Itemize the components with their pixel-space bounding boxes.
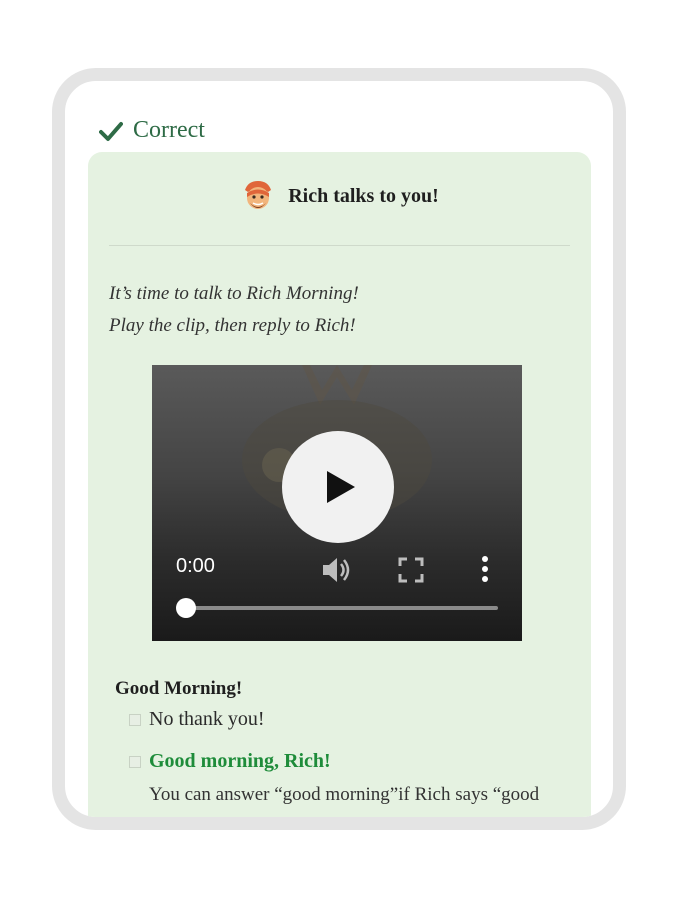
progress-bar[interactable] xyxy=(176,598,498,618)
option-checkbox[interactable] xyxy=(129,713,141,726)
status-label: Correct xyxy=(133,117,205,143)
card-header: Rich talks to you! xyxy=(88,178,591,214)
device-frame: Correct Rich talks to you! It’s time to … xyxy=(52,68,626,830)
video-player[interactable]: 0:00 xyxy=(152,365,522,641)
fullscreen-icon[interactable] xyxy=(398,557,424,583)
divider xyxy=(109,245,570,246)
answer-option[interactable]: No thank you! xyxy=(129,708,265,731)
card-title: Rich talks to you! xyxy=(288,184,439,207)
conversation-card: Rich talks to you! It’s time to talk to … xyxy=(88,152,591,817)
answer-explanation: You can answer “good morning”if Rich say… xyxy=(149,784,540,805)
intro-line: Play the clip, then reply to Rich! xyxy=(109,315,356,336)
progress-thumb[interactable] xyxy=(176,598,196,618)
intro-text: It’s time to talk to Rich Morning! Play … xyxy=(109,278,359,342)
check-icon xyxy=(99,121,123,141)
more-options-icon[interactable] xyxy=(478,555,492,585)
question-prompt: Good Morning! xyxy=(115,678,243,699)
intro-line: It’s time to talk to Rich Morning! xyxy=(109,283,359,304)
play-icon xyxy=(327,471,355,503)
play-button[interactable] xyxy=(282,431,394,543)
option-label: No thank you! xyxy=(149,708,265,730)
result-status: Correct xyxy=(99,117,205,144)
option-label: Good morning, Rich! xyxy=(149,750,331,772)
video-time: 0:00 xyxy=(176,555,215,577)
answer-option-correct[interactable]: Good morning, Rich! xyxy=(129,750,331,773)
volume-icon[interactable] xyxy=(320,555,352,585)
option-checkbox[interactable] xyxy=(129,755,141,768)
rich-avatar-icon xyxy=(245,181,272,209)
